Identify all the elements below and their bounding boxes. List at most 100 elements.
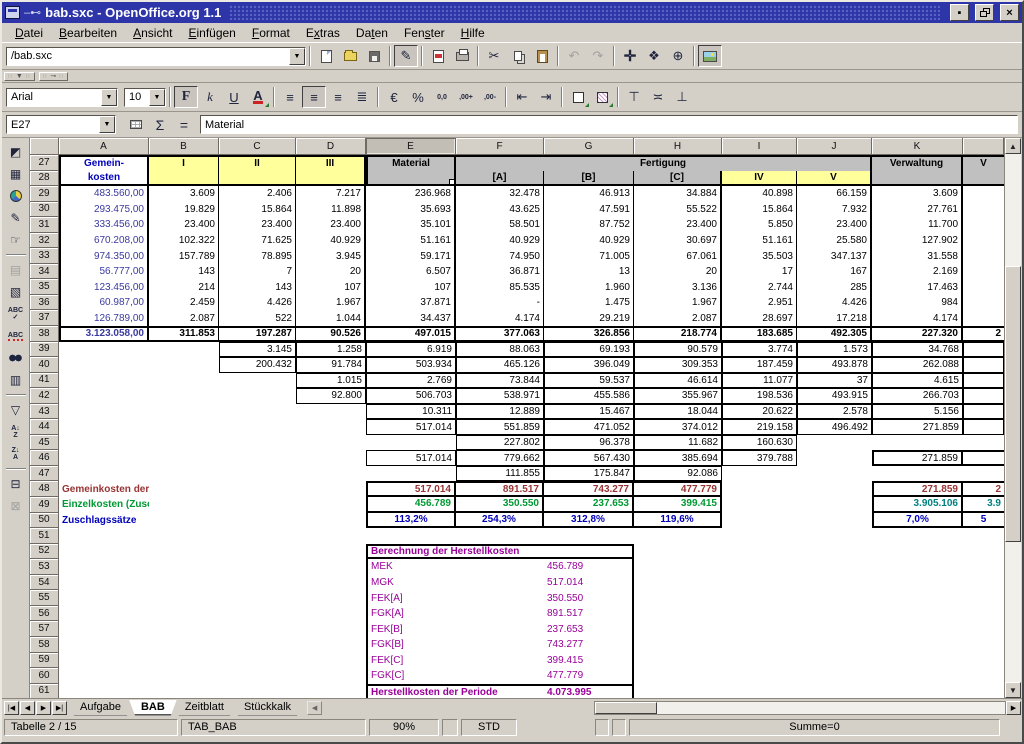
cell-B32[interactable]: 102.322: [149, 233, 219, 249]
name-box-dropdown-icon[interactable]: ▼: [99, 116, 115, 133]
cell-J32[interactable]: 25.580: [797, 233, 872, 249]
underline-icon[interactable]: U: [222, 86, 246, 108]
align-center-vertical-icon[interactable]: ≍: [646, 86, 670, 108]
cell-F48[interactable]: 891.517: [456, 481, 544, 497]
cell-H47[interactable]: 92.086: [634, 466, 722, 482]
cell-D28[interactable]: [296, 171, 366, 187]
cell-G47[interactable]: 175.847: [544, 466, 634, 482]
col-header-B[interactable]: B: [149, 138, 219, 155]
cell-A36[interactable]: 60.987,00: [59, 295, 149, 311]
cell-B36[interactable]: 2.459: [149, 295, 219, 311]
row-header-48[interactable]: 48: [30, 481, 59, 497]
restore-icon[interactable]: [975, 4, 994, 21]
cell-J35[interactable]: 285: [797, 279, 872, 295]
navigator-icon[interactable]: ✛: [618, 45, 642, 67]
col-header-I[interactable]: I: [722, 138, 797, 155]
cell-G60[interactable]: 477.779: [544, 668, 634, 684]
cell-B38[interactable]: 311.853: [149, 326, 219, 342]
cell-G56[interactable]: 891.517: [544, 606, 634, 622]
cell-G35[interactable]: 1.960: [544, 279, 634, 295]
copy-icon[interactable]: [506, 45, 530, 67]
cell-H37[interactable]: 2.087: [634, 310, 722, 326]
cell-K32[interactable]: 127.902: [872, 233, 963, 249]
cell-E35[interactable]: 107: [366, 279, 456, 295]
select-all-corner[interactable]: [30, 138, 59, 155]
cell-G42[interactable]: 455.586: [544, 388, 634, 404]
row-header-58[interactable]: 58: [30, 637, 59, 653]
cell-E41[interactable]: 2.769: [366, 373, 456, 389]
cell-F44[interactable]: 551.859: [456, 419, 544, 435]
cell-E39[interactable]: 6.919: [366, 342, 456, 358]
row-header-60[interactable]: 60: [30, 668, 59, 684]
print-icon[interactable]: [450, 45, 474, 67]
cell-K29[interactable]: 3.609: [872, 186, 963, 202]
input-line[interactable]: Material: [200, 115, 1018, 134]
cell-L32[interactable]: [963, 233, 1004, 249]
font-name-dropdown-icon[interactable]: ▼: [101, 89, 117, 106]
sheet-tab-stückkalk[interactable]: Stückkalk: [232, 700, 303, 716]
align-left-icon[interactable]: ≡: [278, 86, 302, 108]
cell-L50[interactable]: 5: [963, 513, 1004, 529]
cell-K38[interactable]: 227.320: [872, 326, 963, 342]
cell-L33[interactable]: [963, 248, 1004, 264]
cell-F33[interactable]: 74.950: [456, 248, 544, 264]
cell-A31[interactable]: 333.456,00: [59, 217, 149, 233]
cell-H29[interactable]: 34.884: [634, 186, 722, 202]
cell-B27[interactable]: I: [149, 155, 219, 171]
insert-sheet-icon[interactable]: ▤: [4, 259, 28, 281]
horizontal-scroll-thumb[interactable]: [595, 702, 657, 714]
cell-G61[interactable]: 4.073.995: [544, 684, 634, 698]
menu-bearbeiten[interactable]: Bearbeiten: [51, 24, 125, 42]
cell-K49[interactable]: 3.905.106: [872, 497, 963, 513]
font-size-dropdown-icon[interactable]: ▼: [149, 89, 165, 106]
scroll-down-icon[interactable]: ▼: [1005, 682, 1021, 698]
background-color-icon[interactable]: [590, 86, 614, 108]
cell-I34[interactable]: 17: [722, 264, 797, 280]
row-header-28[interactable]: 28: [30, 171, 59, 187]
currency-icon[interactable]: €: [382, 86, 406, 108]
cell-H48[interactable]: 477.779: [634, 481, 722, 497]
cell-F45[interactable]: 227.802: [456, 435, 544, 451]
cell-F35[interactable]: 85.535: [456, 279, 544, 295]
row-header-51[interactable]: 51: [30, 528, 59, 544]
cell-D40[interactable]: 91.784: [296, 357, 366, 373]
col-header-E[interactable]: E: [366, 138, 456, 155]
sheet-info-field[interactable]: Tabelle 2 / 15: [4, 719, 178, 736]
sheet-tab-aufgabe[interactable]: Aufgabe: [68, 700, 133, 716]
cell-K46[interactable]: 271.859: [872, 450, 963, 466]
cell-F34[interactable]: 36.871: [456, 264, 544, 280]
cell-A34[interactable]: 56.777,00: [59, 264, 149, 280]
cell-E42[interactable]: 506.703: [366, 388, 456, 404]
align-center-icon[interactable]: ≡: [302, 86, 326, 108]
cell-D39[interactable]: 1.258: [296, 342, 366, 358]
cell-L36[interactable]: [963, 295, 1004, 311]
row-header-29[interactable]: 29: [30, 186, 59, 202]
standard-format-icon[interactable]: 0,0: [430, 86, 454, 108]
cell-D36[interactable]: 1.967: [296, 295, 366, 311]
cell-E50[interactable]: 113,2%: [366, 513, 456, 529]
cell-D35[interactable]: 107: [296, 279, 366, 295]
cell-J28[interactable]: V: [797, 171, 872, 187]
cell-L29[interactable]: [963, 186, 1004, 202]
cell-D30[interactable]: 11.898: [296, 202, 366, 218]
cell-G41[interactable]: 59.537: [544, 373, 634, 389]
cell-F41[interactable]: 73.844: [456, 373, 544, 389]
cell-H45[interactable]: 11.682: [634, 435, 722, 451]
cell-E54[interactable]: MGK: [366, 575, 544, 591]
cell-H35[interactable]: 3.136: [634, 279, 722, 295]
cell-H39[interactable]: 90.579: [634, 342, 722, 358]
cell-G36[interactable]: 1.475: [544, 295, 634, 311]
cell-H44[interactable]: 374.012: [634, 419, 722, 435]
cell-G30[interactable]: 47.591: [544, 202, 634, 218]
cell-A29[interactable]: 483.560,00: [59, 186, 149, 202]
cell-K43[interactable]: 5.156: [872, 404, 963, 420]
cell-C29[interactable]: 2.406: [219, 186, 296, 202]
align-top-icon[interactable]: ⊤: [622, 86, 646, 108]
cell-E44[interactable]: 517.014: [366, 419, 456, 435]
cell-L30[interactable]: [963, 202, 1004, 218]
cell-H28[interactable]: [C]: [634, 171, 722, 187]
cell-E49[interactable]: 456.789: [366, 497, 456, 513]
previous-sheet-icon[interactable]: ◀: [20, 701, 35, 715]
cut-icon[interactable]: ✂: [482, 45, 506, 67]
row-header-41[interactable]: 41: [30, 373, 59, 389]
